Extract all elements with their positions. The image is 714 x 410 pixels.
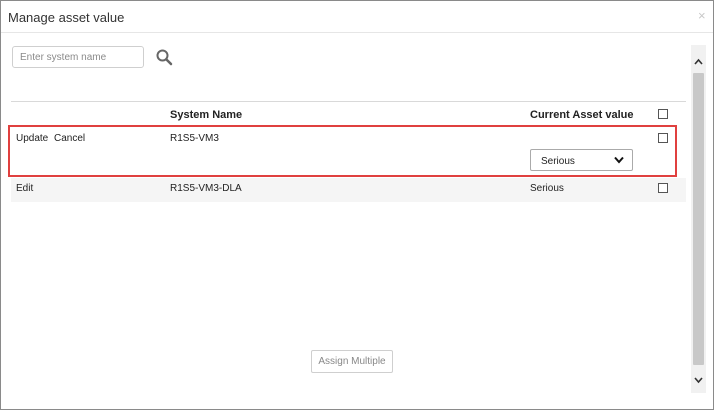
asset-value-selected: Serious <box>541 156 575 167</box>
system-name-cell: R1S5-VM3 <box>170 133 219 144</box>
chevron-down-icon <box>614 156 624 164</box>
search-icon[interactable] <box>155 48 173 66</box>
edit-link[interactable]: Edit <box>16 183 33 194</box>
close-icon[interactable]: × <box>698 9 706 23</box>
update-link[interactable]: Update <box>16 133 48 144</box>
asset-value-select[interactable]: Serious <box>530 149 633 171</box>
search-input[interactable] <box>12 46 144 68</box>
table-top-border <box>11 101 686 102</box>
manage-asset-value-dialog: Manage asset value × System Name Current… <box>0 0 714 410</box>
system-name-cell: R1S5-VM3-DLA <box>170 183 242 194</box>
dialog-title: Manage asset value <box>8 10 125 25</box>
row-checkbox[interactable] <box>658 133 668 143</box>
header-divider <box>1 32 713 33</box>
asset-value-cell: Serious <box>530 183 564 194</box>
table-row <box>11 178 686 202</box>
column-header-system-name: System Name <box>170 109 243 121</box>
assign-multiple-button[interactable]: Assign Multiple <box>311 350 393 373</box>
vertical-scrollbar[interactable] <box>691 45 706 393</box>
select-all-checkbox[interactable] <box>658 109 668 119</box>
scrollbar-thumb[interactable] <box>693 73 704 365</box>
scroll-down-icon[interactable] <box>693 375 704 385</box>
column-header-current-asset-value: Current Asset value <box>530 109 634 121</box>
cancel-link[interactable]: Cancel <box>54 133 85 144</box>
row-checkbox[interactable] <box>658 183 668 193</box>
scroll-up-icon[interactable] <box>693 57 704 67</box>
